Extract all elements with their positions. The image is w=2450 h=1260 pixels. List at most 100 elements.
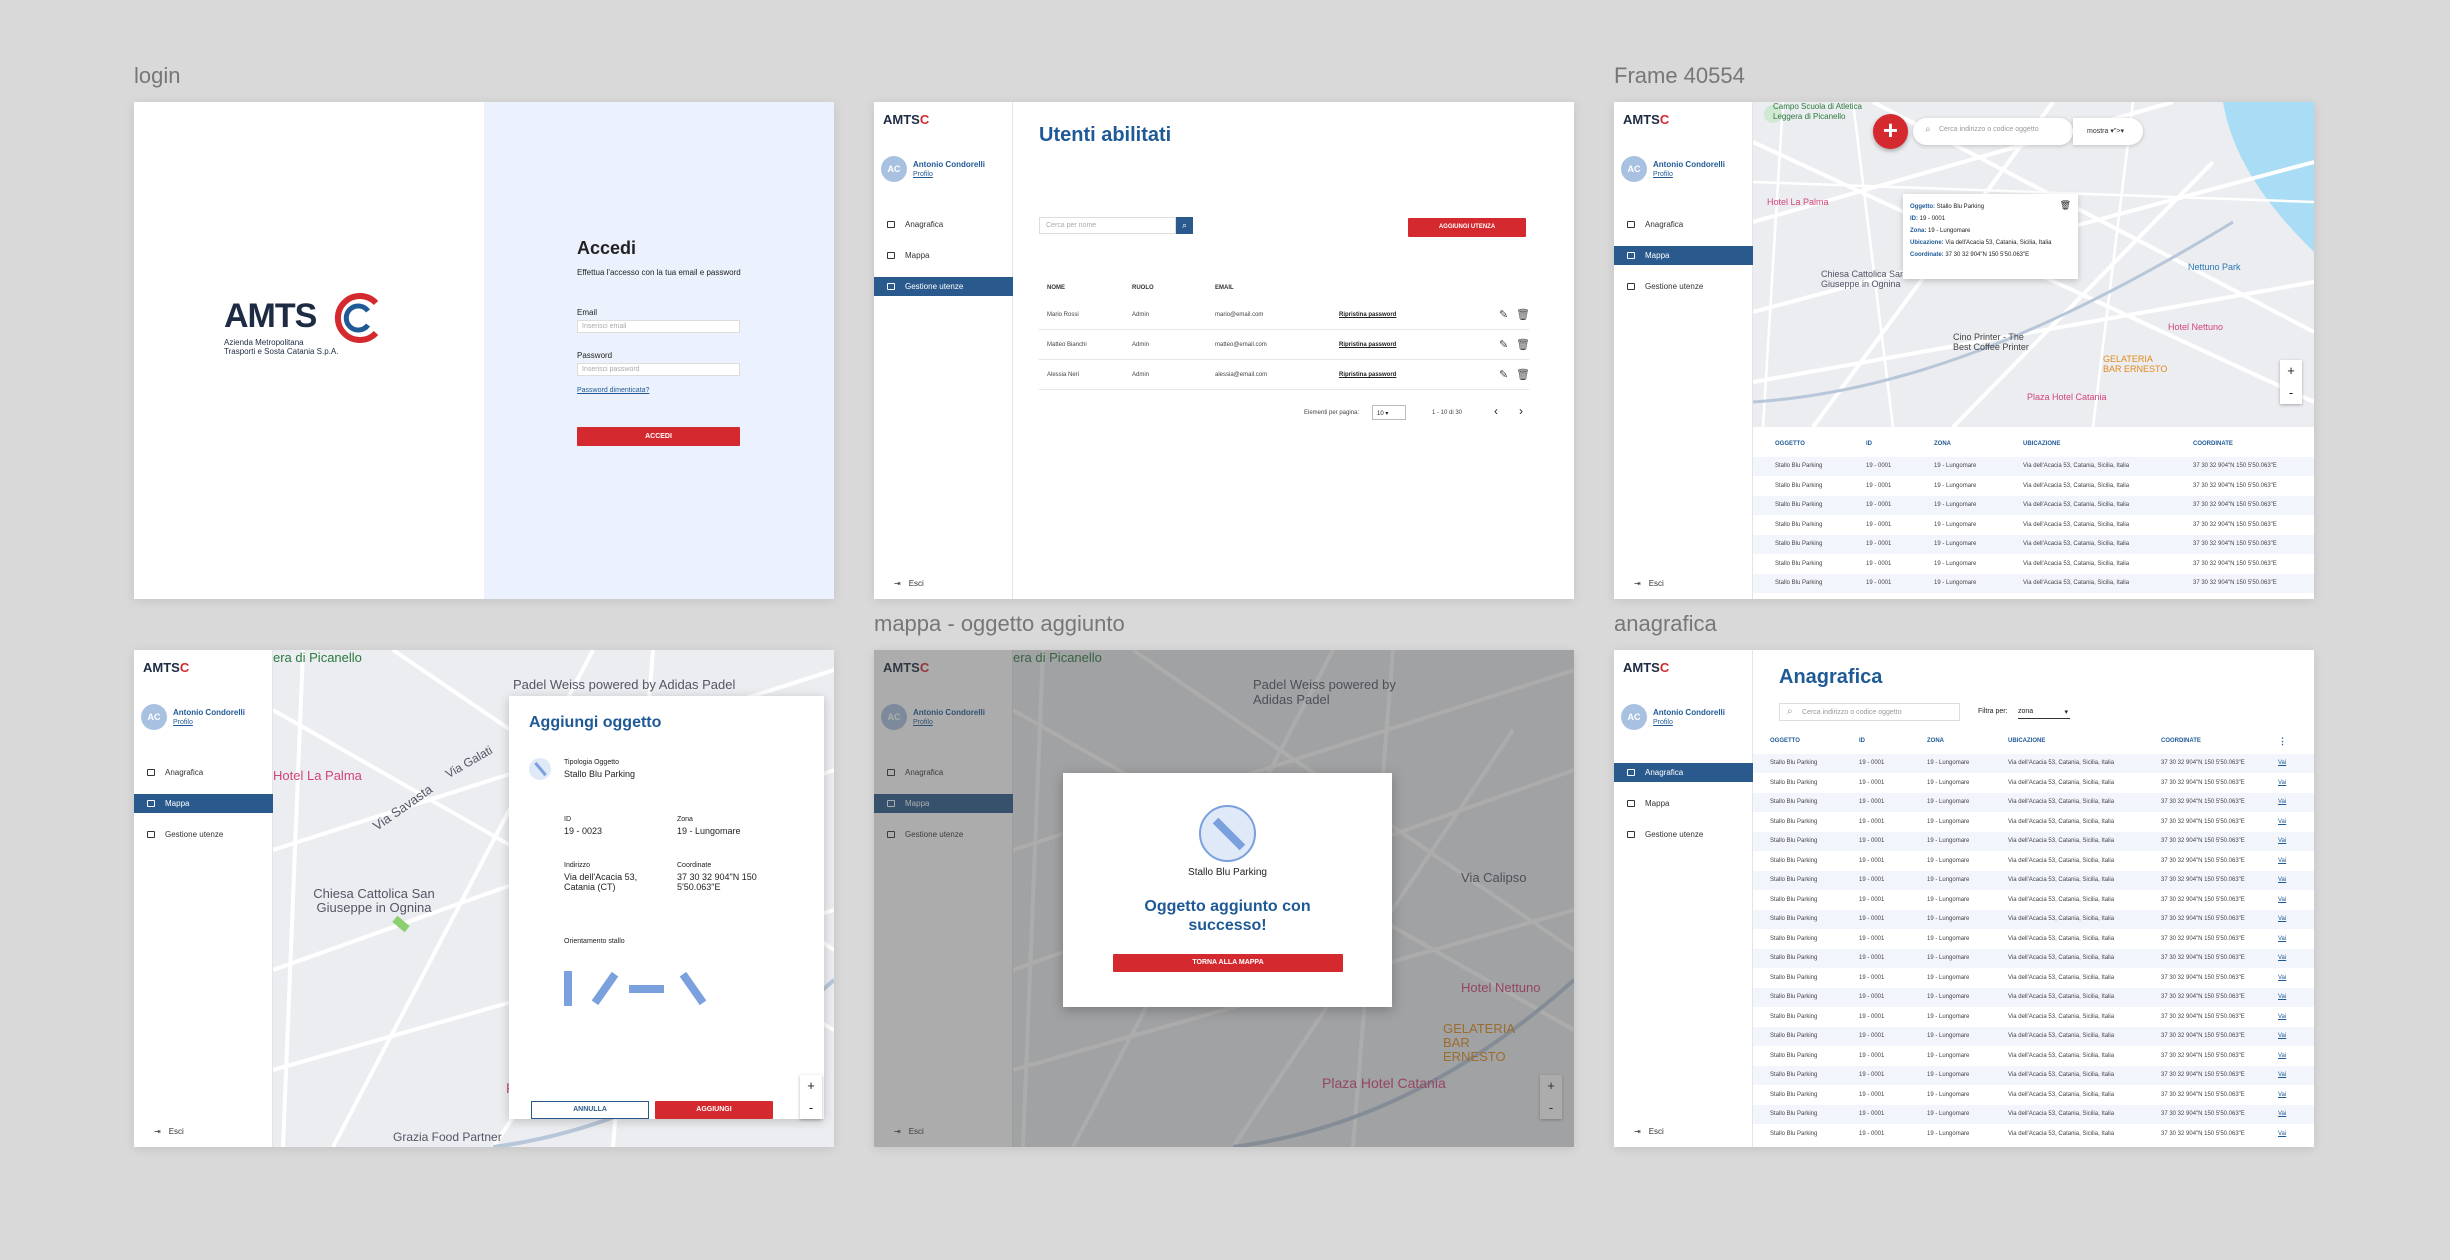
search-button[interactable]: ⌕ bbox=[1176, 217, 1193, 234]
map-view[interactable]: era di Picanello Hotel La Palma Chiesa C… bbox=[273, 650, 834, 1147]
orient-diagonal-option[interactable] bbox=[591, 971, 619, 1006]
view-link[interactable]: Vai bbox=[2278, 1053, 2286, 1059]
sidebar-item-mappa[interactable]: Mappa bbox=[1614, 794, 1753, 813]
table-row[interactable]: Stallo Blu Parking 19 - 0001 19 - Lungom… bbox=[1753, 832, 2314, 851]
reset-password-link[interactable]: Ripristina password bbox=[1339, 372, 1396, 378]
orient-horizontal-option[interactable] bbox=[629, 985, 664, 993]
sidebar-item-gestione-utenze[interactable]: Gestione utenze bbox=[1614, 825, 1753, 844]
sidebar-item-gestione-utenze[interactable]: Gestione utenze bbox=[1614, 277, 1753, 296]
table-row[interactable]: Stallo Blu Parking 19 - 0001 19 - Lungom… bbox=[1753, 949, 2314, 968]
profile-link[interactable]: Profilo bbox=[1653, 719, 1673, 726]
sidebar-item-gestione-utenze[interactable]: Gestione utenze bbox=[874, 277, 1013, 296]
table-row[interactable]: Stallo Blu Parking 19 - 0001 19 - Lungom… bbox=[1753, 1007, 2314, 1027]
zoom-out-button[interactable]: - bbox=[2280, 382, 2302, 404]
forgot-password-link[interactable]: Password dimenticata? bbox=[577, 387, 649, 394]
more-options-icon[interactable]: ⋮ bbox=[2278, 736, 2287, 747]
table-row[interactable]: Stallo Blu Parking 19 - 0001 19 - Lungom… bbox=[1753, 910, 2314, 929]
trash-icon[interactable]: 🗑 bbox=[1516, 308, 1530, 321]
sidebar-item-anagrafica[interactable]: Anagrafica bbox=[134, 763, 273, 782]
edit-icon[interactable]: ✎ bbox=[1499, 308, 1508, 321]
table-row[interactable]: Stallo Blu Parking 19 - 0001 19 - Lungom… bbox=[1753, 988, 2314, 1007]
edit-icon[interactable]: ✎ bbox=[1499, 338, 1508, 351]
view-link[interactable]: Vai bbox=[2278, 1014, 2286, 1020]
table-row[interactable]: Stallo Blu Parking 19 - 0001 19 - Lungom… bbox=[1753, 1085, 2314, 1105]
filter-select[interactable]: zona ▾ bbox=[2018, 706, 2070, 719]
sidebar-item-mappa[interactable]: Mappa bbox=[874, 246, 1013, 265]
exit-button[interactable]: ⇥ Esci bbox=[1634, 579, 1664, 588]
table-row[interactable]: Stallo Blu Parking 19 - 0001 19 - Lungom… bbox=[1753, 1046, 2314, 1066]
view-link[interactable]: Vai bbox=[2278, 838, 2286, 844]
table-row[interactable]: Stallo Blu Parking 19 - 0001 19 - Lungom… bbox=[1753, 457, 2314, 476]
view-link[interactable]: Vai bbox=[2278, 780, 2286, 786]
view-link[interactable]: Vai bbox=[2278, 819, 2286, 825]
login-button[interactable]: ACCEDI bbox=[577, 427, 740, 446]
email-field[interactable]: Inserisci email bbox=[577, 320, 740, 333]
table-row[interactable]: Stallo Blu Parking 19 - 0001 19 - Lungom… bbox=[1753, 890, 2314, 910]
table-row[interactable]: Stallo Blu Parking 19 - 0001 19 - Lungom… bbox=[1753, 554, 2314, 574]
table-row[interactable]: Stallo Blu Parking 19 - 0001 19 - Lungom… bbox=[1753, 515, 2314, 535]
table-row[interactable]: Stallo Blu Parking 19 - 0001 19 - Lungom… bbox=[1753, 1027, 2314, 1046]
view-link[interactable]: Vai bbox=[2278, 877, 2286, 883]
table-row[interactable]: Stallo Blu Parking 19 - 0001 19 - Lungom… bbox=[1753, 476, 2314, 496]
view-link[interactable]: Vai bbox=[2278, 858, 2286, 864]
trash-icon[interactable]: 🗑 bbox=[2060, 199, 2071, 211]
view-link[interactable]: Vai bbox=[2278, 1033, 2286, 1039]
reset-password-link[interactable]: Ripristina password bbox=[1339, 312, 1396, 318]
view-link[interactable]: Vai bbox=[2278, 897, 2286, 903]
exit-button[interactable]: ⇥ Esci bbox=[154, 1127, 184, 1136]
password-field[interactable]: Inserisci password bbox=[577, 363, 740, 376]
view-link[interactable]: Vai bbox=[2278, 1111, 2286, 1117]
table-row[interactable]: Stallo Blu Parking 19 - 0001 19 - Lungom… bbox=[1753, 754, 2314, 773]
next-page-button[interactable]: › bbox=[1519, 404, 1523, 418]
exit-button[interactable]: ⇥ Esci bbox=[894, 579, 924, 588]
table-row[interactable]: Stallo Blu Parking 19 - 0001 19 - Lungom… bbox=[1753, 968, 2314, 988]
view-link[interactable]: Vai bbox=[2278, 955, 2286, 961]
view-link[interactable]: Vai bbox=[2278, 799, 2286, 805]
orient-vertical-option[interactable] bbox=[564, 971, 572, 1006]
sidebar-item-anagrafica[interactable]: Anagrafica bbox=[1614, 763, 1753, 782]
orient-diagonal2-option[interactable] bbox=[679, 971, 707, 1006]
add-object-button[interactable]: + bbox=[1873, 114, 1908, 149]
view-link[interactable]: Vai bbox=[2278, 760, 2286, 766]
search-input[interactable]: Cerca per nome bbox=[1039, 217, 1176, 234]
per-page-select[interactable]: 10 ▾ bbox=[1372, 405, 1406, 420]
table-row[interactable]: Stallo Blu Parking 19 - 0001 19 - Lungom… bbox=[1753, 535, 2314, 554]
view-link[interactable]: Vai bbox=[2278, 916, 2286, 922]
search-input[interactable]: ⌕ Cerca indirizzo o codice oggetto bbox=[1779, 703, 1960, 721]
view-link[interactable]: Vai bbox=[2278, 1072, 2286, 1078]
exit-button[interactable]: ⇥ Esci bbox=[1634, 1127, 1664, 1136]
table-row[interactable]: Stallo Blu Parking 19 - 0001 19 - Lungom… bbox=[1753, 871, 2314, 890]
table-row[interactable]: Stallo Blu Parking 19 - 0001 19 - Lungom… bbox=[1753, 793, 2314, 812]
trash-icon[interactable]: 🗑 bbox=[1516, 338, 1530, 351]
profile-link[interactable]: Profilo bbox=[173, 719, 193, 726]
add-button[interactable]: AGGIUNGI bbox=[655, 1101, 773, 1119]
table-row[interactable]: Stallo Blu Parking 19 - 0001 19 - Lungom… bbox=[1753, 1066, 2314, 1085]
map-search-input[interactable]: ⌕ Cerca indirizzo o codice oggetto bbox=[1913, 118, 2073, 145]
sidebar-item-gestione-utenze[interactable]: Gestione utenze bbox=[134, 825, 273, 844]
profile-link[interactable]: Profilo bbox=[913, 171, 933, 178]
view-link[interactable]: Vai bbox=[2278, 975, 2286, 981]
table-row[interactable]: Stallo Blu Parking 19 - 0001 19 - Lungom… bbox=[1753, 929, 2314, 949]
table-row[interactable]: Stallo Blu Parking 19 - 0001 19 - Lungom… bbox=[1753, 773, 2314, 793]
view-link[interactable]: Vai bbox=[2278, 994, 2286, 1000]
table-row[interactable]: Stallo Blu Parking 19 - 0001 19 - Lungom… bbox=[1753, 812, 2314, 832]
table-row[interactable]: Stallo Blu Parking 19 - 0001 19 - Lungom… bbox=[1753, 593, 2314, 599]
view-link[interactable]: Vai bbox=[2278, 1131, 2286, 1137]
table-row[interactable]: Stallo Blu Parking 19 - 0001 19 - Lungom… bbox=[1753, 1124, 2314, 1144]
trash-icon[interactable]: 🗑 bbox=[1516, 368, 1530, 381]
map-view[interactable]: Campo Scuola di Atletica Leggera di Pica… bbox=[1753, 102, 2314, 427]
table-row[interactable]: Stallo Blu Parking 19 - 0001 19 - Lungom… bbox=[1753, 574, 2314, 593]
sidebar-item-anagrafica[interactable]: Anagrafica bbox=[874, 215, 1013, 234]
sidebar-item-anagrafica[interactable]: Anagrafica bbox=[1614, 215, 1753, 234]
table-row[interactable]: Stallo Blu Parking 19 - 0001 19 - Lungom… bbox=[1753, 1105, 2314, 1124]
sidebar-item-mappa[interactable]: Mappa bbox=[1614, 246, 1753, 265]
sidebar-item-mappa[interactable]: Mappa bbox=[134, 794, 273, 813]
profile-link[interactable]: Profilo bbox=[1653, 171, 1673, 178]
cancel-button[interactable]: ANNULLA bbox=[531, 1101, 649, 1119]
prev-page-button[interactable]: ‹ bbox=[1494, 404, 1498, 418]
table-row[interactable]: Stallo Blu Parking 19 - 0001 19 - Lungom… bbox=[1753, 851, 2314, 871]
zoom-in-button[interactable]: + bbox=[2280, 360, 2302, 382]
add-user-button[interactable]: AGGIUNGI UTENZA bbox=[1408, 218, 1526, 237]
table-row[interactable]: Stallo Blu Parking 19 - 0001 19 - Lungom… bbox=[1753, 496, 2314, 515]
view-link[interactable]: Vai bbox=[2278, 1092, 2286, 1098]
